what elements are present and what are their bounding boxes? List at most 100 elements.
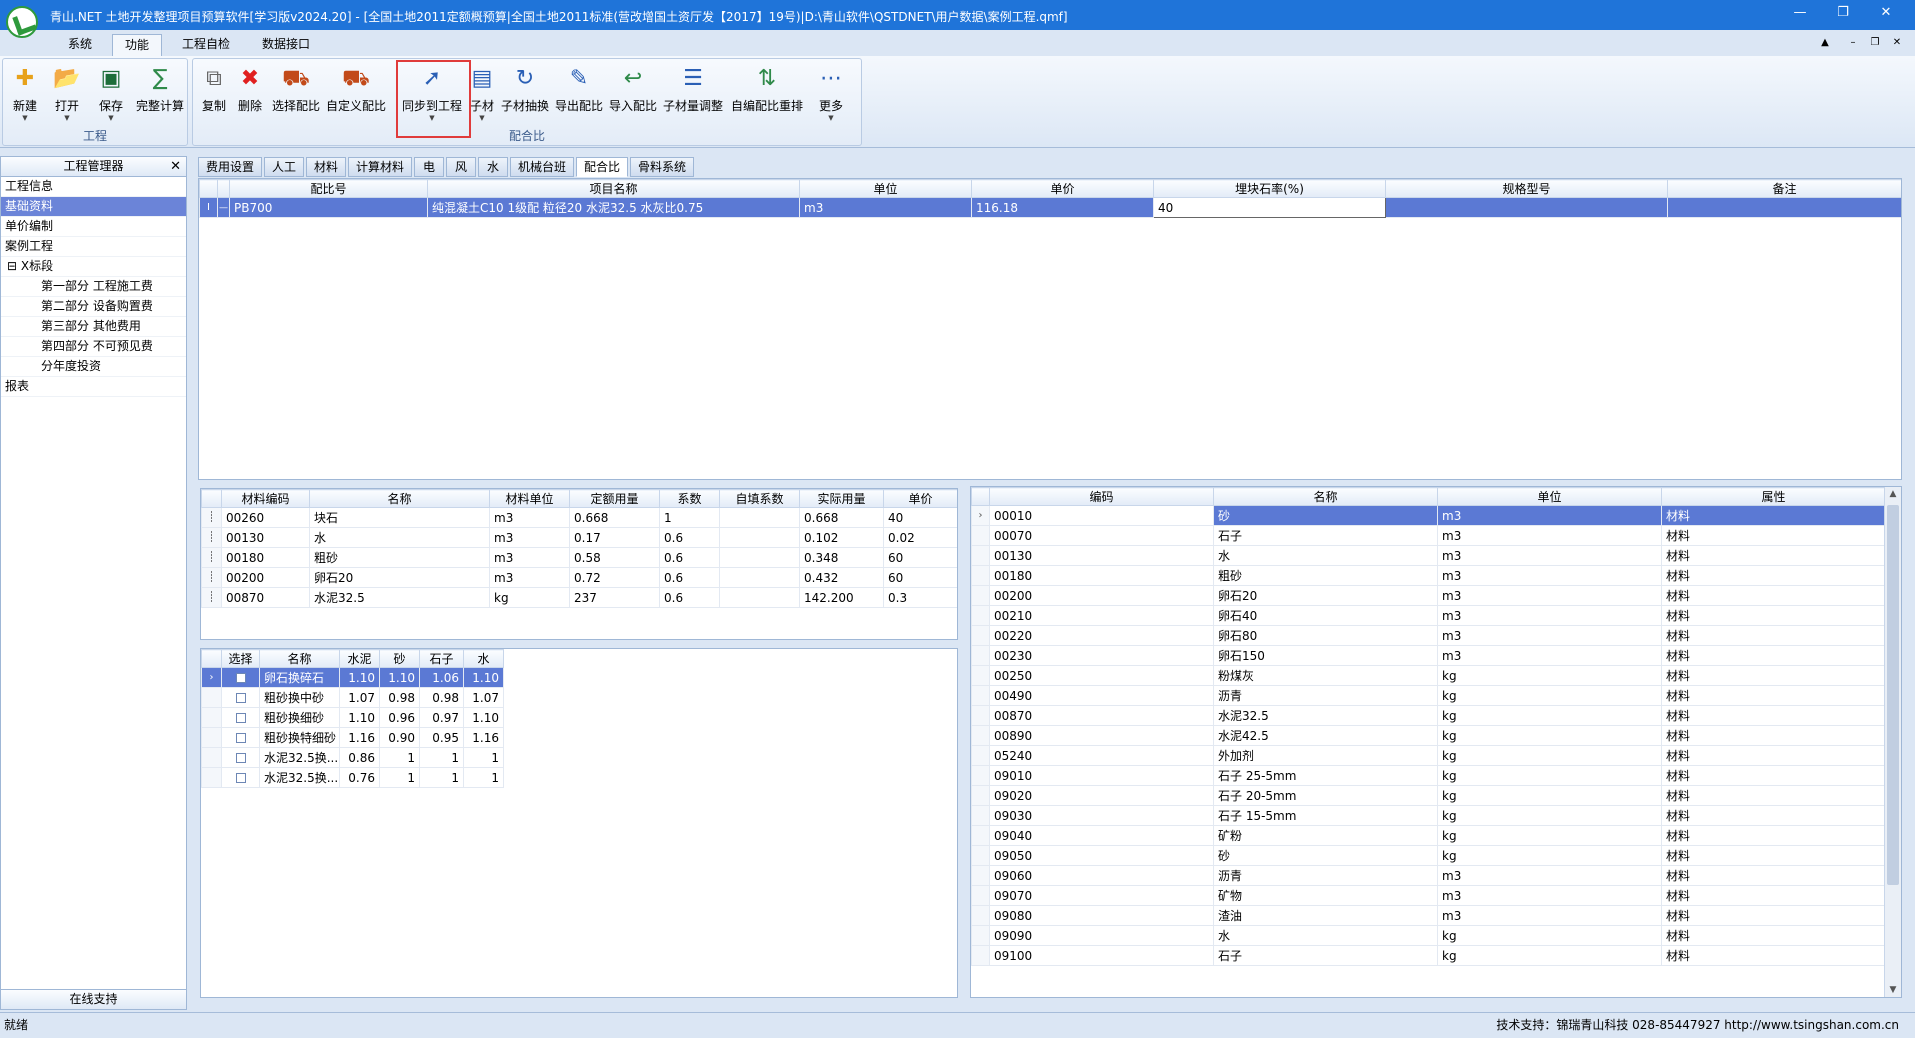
scroll-up-icon[interactable]: ▲ [1885,489,1901,499]
library-scrollbar[interactable]: ▲ ▼ [1884,487,1901,997]
tree-item-part-2[interactable]: 第二部分 设备购置费 [1,297,186,317]
scroll-down-icon[interactable]: ▼ [1885,985,1901,995]
export-mix-button[interactable]: ✎ 导出配比 [553,63,605,129]
select-mix-button[interactable]: ⛟ 选择配比 [269,63,323,129]
table-row[interactable]: 09070 矿物 m3 材料 [971,885,1886,906]
table-row[interactable]: I — PB700 纯混凝土C10 1级配 粒径20 水泥32.5 水灰比0.7… [199,197,1901,218]
tab-calc-materials[interactable]: 计算材料 [348,157,412,177]
ribbon-collapse-icon[interactable]: ▲ [1816,35,1834,51]
tab-fee-settings[interactable]: 费用设置 [198,157,262,177]
table-row[interactable]: 粗砂换细砂 1.10 0.96 0.97 1.10 [201,707,504,728]
table-row[interactable]: ┊ 00200 卵石20 m3 0.72 0.6 0.432 60 [201,567,957,588]
tree-collapse-icon[interactable]: ⊟ [7,259,17,273]
tab-wind[interactable]: 风 [446,157,476,177]
table-row[interactable]: 00490 沥青 kg 材料 [971,685,1886,706]
mdi-restore-icon[interactable]: ❐ [1866,35,1884,51]
custom-mix-button[interactable]: ⛟ 自定义配比 [325,63,387,129]
select-checkbox[interactable] [235,733,246,743]
more-button[interactable]: ⋯ 更多 ▼ [809,63,853,129]
col-spec[interactable]: 规格型号 [1385,179,1668,198]
col-unit-price[interactable]: 单价 [971,179,1154,198]
table-row[interactable]: 09080 渣油 m3 材料 [971,905,1886,926]
table-row[interactable]: ┊ 00180 粗砂 m3 0.58 0.6 0.348 60 [201,547,957,568]
table-row[interactable]: 09060 沥青 m3 材料 [971,865,1886,886]
table-row[interactable]: 00250 粉煤灰 kg 材料 [971,665,1886,686]
table-row[interactable]: 00130 水 m3 材料 [971,545,1886,566]
table-row[interactable]: › 卵石换碎石 1.10 1.10 1.06 1.10 [201,667,504,688]
tree-item-project-info[interactable]: 工程信息 [1,177,186,197]
copy-button[interactable]: ⧉ 复制 [197,63,231,129]
tab-mix-ratio[interactable]: 配合比 [576,157,628,177]
tree-item-annual-investment[interactable]: 分年度投资 [1,357,186,377]
open-button[interactable]: 📂 打开 ▼ [47,63,87,129]
table-row[interactable]: 09020 石子 20-5mm kg 材料 [971,785,1886,806]
menu-system[interactable]: 系统 [56,34,104,56]
select-checkbox[interactable] [235,773,246,783]
table-row[interactable]: 00200 卵石20 m3 材料 [971,585,1886,606]
menu-function[interactable]: 功能 [112,34,163,56]
submaterial-button[interactable]: ▤ 子材 ▼ [467,63,497,129]
col-remark[interactable]: 备注 [1667,179,1901,198]
submaterial-swap-button[interactable]: ↻ 子材抽换 [499,63,551,129]
col-rubble-rate[interactable]: 埋块石率(%) [1153,179,1386,198]
table-row[interactable]: ┊ 00260 块石 m3 0.668 1 0.668 40 [201,507,957,528]
table-row[interactable]: 00210 卵石40 m3 材料 [971,605,1886,626]
reorder-mix-button[interactable]: ⇅ 自编配比重排 [729,63,805,129]
select-checkbox[interactable] [235,673,246,683]
tree-item-unit-price[interactable]: 单价编制 [1,217,186,237]
scroll-thumb[interactable] [1887,505,1899,885]
tab-water[interactable]: 水 [478,157,508,177]
online-support-button[interactable]: 在线支持 [1,989,186,1009]
tree-item-basic-data[interactable]: 基础资料 [1,197,186,217]
tab-machinery[interactable]: 机械台班 [510,157,574,177]
rubble-rate-input[interactable]: 40 [1153,197,1386,218]
col-unit[interactable]: 单位 [799,179,972,198]
menu-data-interface[interactable]: 数据接口 [250,34,322,56]
table-row[interactable]: 09050 砂 kg 材料 [971,845,1886,866]
tree-item-reports[interactable]: 报表 [1,377,186,397]
table-row[interactable]: 09030 石子 15-5mm kg 材料 [971,805,1886,826]
table-row[interactable]: 粗砂换特细砂 1.16 0.90 0.95 1.16 [201,727,504,748]
table-row[interactable]: ┊ 00870 水泥32.5 kg 237 0.6 142.200 0.3 [201,587,957,608]
tree-item-section-x[interactable]: ⊟ X标段 [1,257,186,277]
table-row[interactable]: 水泥32.5换... 0.86 1 1 1 [201,747,504,768]
minimize-icon[interactable]: — [1790,5,1810,25]
close-icon[interactable]: ✕ [170,157,181,176]
mdi-minimize-icon[interactable]: – [1844,35,1862,51]
select-checkbox[interactable] [235,713,246,723]
app-logo[interactable] [6,6,38,38]
table-row[interactable]: 00070 石子 m3 材料 [971,525,1886,546]
table-row[interactable]: 09090 水 kg 材料 [971,925,1886,946]
tab-labor[interactable]: 人工 [264,157,304,177]
full-calculate-button[interactable]: ∑ 完整计算 [133,63,187,129]
table-row[interactable]: 00230 卵石150 m3 材料 [971,645,1886,666]
tab-materials[interactable]: 材料 [306,157,346,177]
table-row[interactable]: 粗砂换中砂 1.07 0.98 0.98 1.07 [201,687,504,708]
table-row[interactable]: › 00010 砂 m3 材料 [971,505,1886,526]
table-row[interactable]: 09100 石子 kg 材料 [971,945,1886,966]
col-item-name[interactable]: 项目名称 [427,179,800,198]
restore-icon[interactable]: ❐ [1833,5,1853,25]
table-row[interactable]: ┊ 00130 水 m3 0.17 0.6 0.102 0.02 [201,527,957,548]
menu-self-check[interactable]: 工程自检 [170,34,242,56]
tab-aggregate[interactable]: 骨料系统 [630,157,694,177]
save-button[interactable]: ▣ 保存 ▼ [91,63,131,129]
new-button[interactable]: ✚ 新建 ▼ [5,63,45,129]
table-row[interactable]: 00870 水泥32.5 kg 材料 [971,705,1886,726]
vertical-splitter[interactable] [960,488,968,998]
select-checkbox[interactable] [235,693,246,703]
table-row[interactable]: 09010 石子 25-5mm kg 材料 [971,765,1886,786]
table-row[interactable]: 00890 水泥42.5 kg 材料 [971,725,1886,746]
table-row[interactable]: 09040 矿粉 kg 材料 [971,825,1886,846]
table-row[interactable]: 00180 粗砂 m3 材料 [971,565,1886,586]
tab-electricity[interactable]: 电 [414,157,444,177]
select-checkbox[interactable] [235,753,246,763]
mdi-close-icon[interactable]: ✕ [1888,35,1906,51]
delete-button[interactable]: ✖ 删除 [233,63,267,129]
tree-item-case-project[interactable]: 案例工程 [1,237,186,257]
close-icon[interactable]: ✕ [1876,5,1896,25]
table-row[interactable]: 05240 外加剂 kg 材料 [971,745,1886,766]
table-row[interactable]: 水泥32.5换... 0.76 1 1 1 [201,767,504,788]
tree-item-part-4[interactable]: 第四部分 不可预见费 [1,337,186,357]
submaterial-qty-adjust-button[interactable]: ☰ 子材量调整 [661,63,725,129]
